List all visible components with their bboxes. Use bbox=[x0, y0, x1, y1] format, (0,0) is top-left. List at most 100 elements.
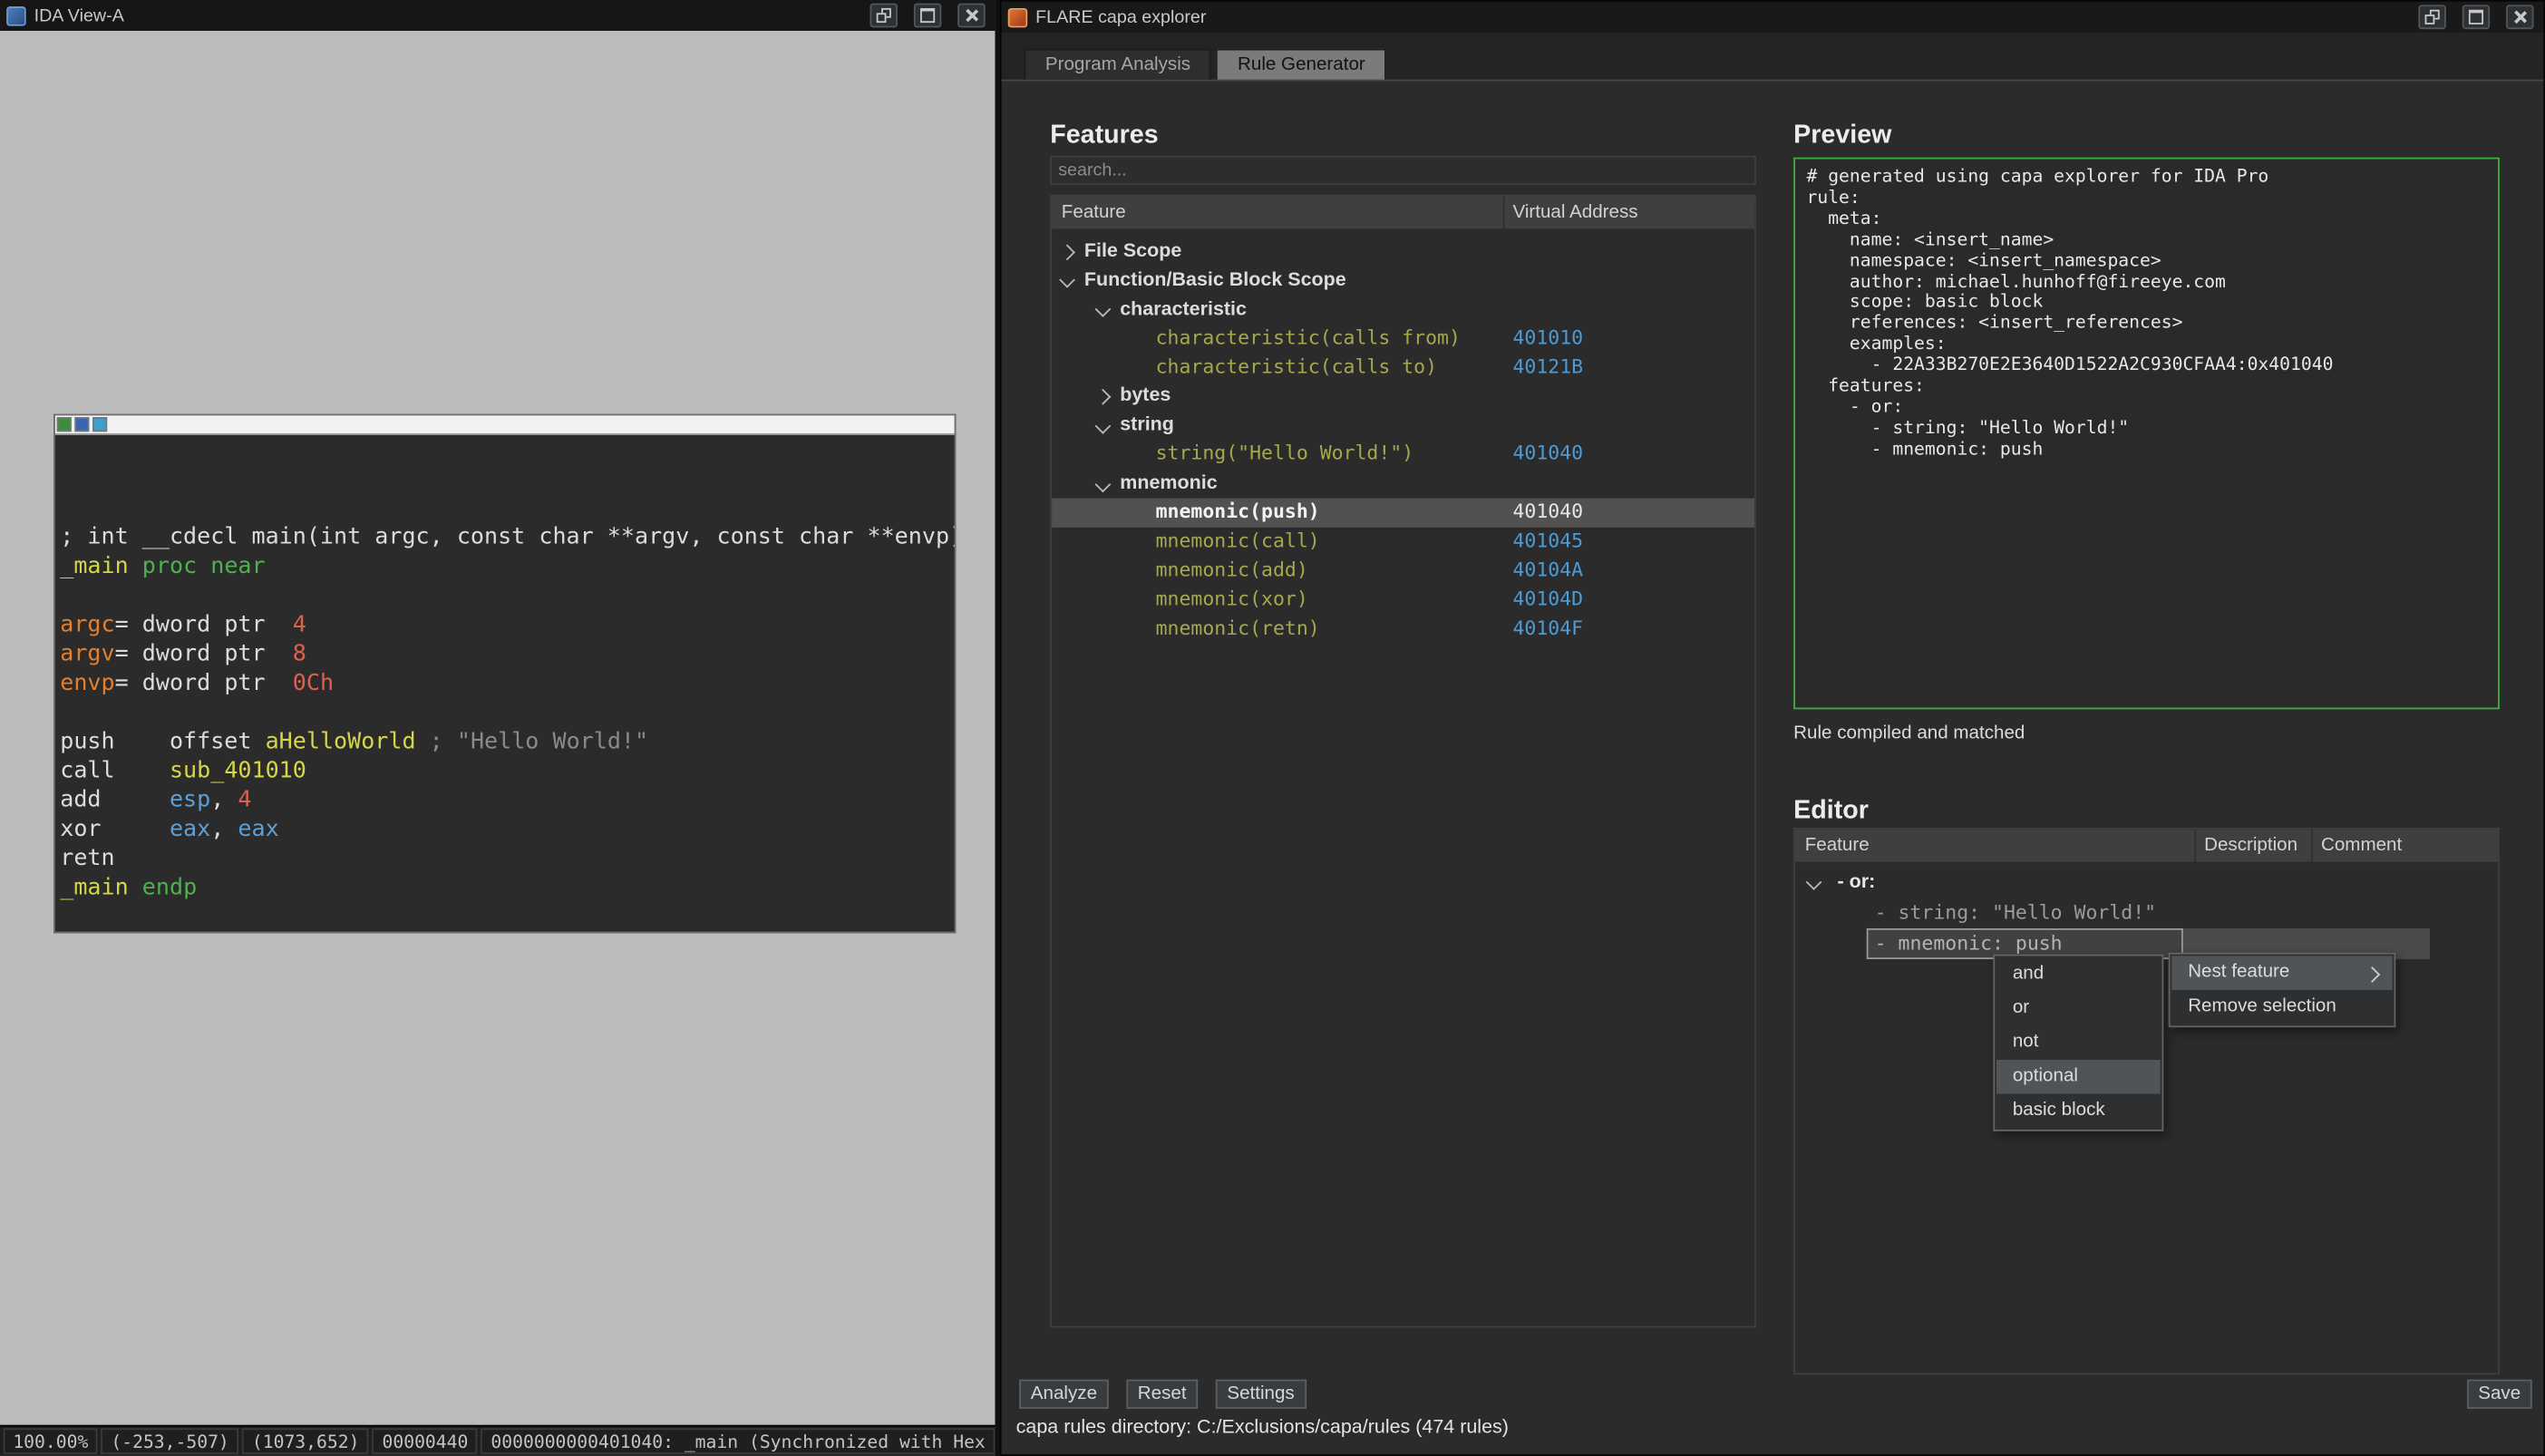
editor-label: - string: "Hello World!" bbox=[1875, 898, 2156, 928]
disassembly-line[interactable]: ; int __cdecl main(int argc, const char … bbox=[60, 522, 954, 551]
disassembly-line[interactable] bbox=[60, 698, 954, 727]
code-token: 0Ch bbox=[293, 670, 334, 696]
preview-box[interactable]: # generated using capa explorer for IDA … bbox=[1793, 158, 2500, 710]
capa-titlebar[interactable]: FLARE capa explorer bbox=[1002, 2, 2544, 33]
editor-row-string-hello-world[interactable]: - string: "Hello World!" bbox=[1795, 898, 2498, 928]
maximize-button[interactable] bbox=[914, 4, 941, 28]
virtual-address: 40121B bbox=[1512, 353, 1583, 382]
submenu-item-basic-block[interactable]: basic block bbox=[1996, 1094, 2161, 1129]
feature-row-string[interactable]: string bbox=[1052, 412, 1754, 441]
features-tree: Feature Virtual Address File ScopeFuncti… bbox=[1050, 195, 1756, 1328]
code-token: _main bbox=[60, 553, 128, 579]
disassembly-line[interactable]: call sub_401010 bbox=[60, 756, 954, 785]
tab-rule-generator[interactable]: Rule Generator bbox=[1217, 49, 1386, 80]
features-tree-body: File ScopeFunction/Basic Block Scopechar… bbox=[1052, 228, 1754, 1325]
capa-window-controls bbox=[2418, 5, 2537, 29]
disassembly-titlebar[interactable] bbox=[55, 415, 955, 434]
column-header-feature[interactable]: Feature bbox=[1062, 197, 1126, 229]
chevron-down-icon[interactable] bbox=[1095, 418, 1112, 434]
code-token: = dword ptr bbox=[115, 670, 293, 696]
chevron-right-icon[interactable] bbox=[1059, 244, 1075, 260]
column-header-comment[interactable]: Comment bbox=[2311, 830, 2402, 862]
feature-row-bytes[interactable]: bytes bbox=[1052, 383, 1754, 412]
disassembly-line[interactable]: push offset aHelloWorld ; "Hello World!" bbox=[60, 727, 954, 756]
feature-row-characteristic-calls-to[interactable]: characteristic(calls to)40121B bbox=[1052, 353, 1754, 382]
disassembly-line[interactable]: argv= dword ptr 8 bbox=[60, 639, 954, 668]
reset-button[interactable]: Reset bbox=[1126, 1380, 1198, 1409]
disassembly-line[interactable]: _main endp bbox=[60, 873, 954, 902]
editor-row-or[interactable]: - or: bbox=[1795, 867, 2498, 898]
code-token: argc bbox=[60, 612, 114, 638]
disassembly-line[interactable]: add esp, 4 bbox=[60, 785, 954, 814]
search-input[interactable] bbox=[1050, 156, 1756, 185]
code-token: add bbox=[60, 787, 170, 813]
ida-statusbar: 100.00%(-253,-507)(1073,652)000004400000… bbox=[0, 1425, 995, 1456]
disassembly-line[interactable]: xor eax, eax bbox=[60, 815, 954, 844]
code-token: eax bbox=[238, 816, 278, 842]
window-icon bbox=[92, 417, 107, 432]
submenu-item-and[interactable]: and bbox=[1996, 957, 2161, 992]
chevron-down-icon[interactable] bbox=[1095, 302, 1112, 318]
features-heading: Features bbox=[1050, 121, 1158, 150]
chevron-right-icon[interactable] bbox=[1095, 389, 1112, 405]
tab-program-analysis[interactable]: Program Analysis bbox=[1025, 49, 1212, 80]
feature-row-mnemonic-push[interactable]: mnemonic(push)401040 bbox=[1052, 499, 1754, 528]
submenu-item-or[interactable]: or bbox=[1996, 992, 2161, 1026]
settings-button[interactable]: Settings bbox=[1216, 1380, 1306, 1409]
save-button[interactable]: Save bbox=[2467, 1380, 2532, 1409]
code-token: aHelloWorld bbox=[266, 729, 416, 755]
virtual-address: 401045 bbox=[1512, 528, 1583, 557]
feature-label: string("Hello World!") bbox=[1156, 441, 1414, 470]
capa-window-title: FLARE capa explorer bbox=[1035, 7, 1206, 26]
ida-titlebar[interactable]: IDA View-A bbox=[0, 0, 995, 31]
feature-row-mnemonic[interactable]: mnemonic bbox=[1052, 470, 1754, 499]
code-token: push offset bbox=[60, 729, 265, 755]
code-token bbox=[129, 553, 142, 579]
code-token: sub_401010 bbox=[170, 758, 306, 784]
chevron-down-icon[interactable] bbox=[1059, 273, 1075, 289]
restore-button[interactable] bbox=[2418, 5, 2445, 29]
feature-row-function-basic-block-scope[interactable]: Function/Basic Block Scope bbox=[1052, 266, 1754, 295]
column-header-virtual-address[interactable]: Virtual Address bbox=[1503, 197, 1638, 229]
status-segment: 0000000000401040: _main (Synchronized wi… bbox=[481, 1428, 996, 1454]
disassembly-line[interactable] bbox=[60, 581, 954, 610]
status-segment: 100.00% bbox=[4, 1428, 98, 1454]
feature-row-mnemonic-xor[interactable]: mnemonic(xor)40104D bbox=[1052, 586, 1754, 615]
context-menu-item-remove-selection[interactable]: Remove selection bbox=[2171, 990, 2392, 1024]
restore-button[interactable] bbox=[870, 4, 898, 28]
virtual-address: 401010 bbox=[1512, 324, 1583, 353]
chevron-down-icon[interactable] bbox=[1806, 874, 1822, 890]
code-token: = dword ptr bbox=[115, 641, 293, 667]
feature-row-mnemonic-retn[interactable]: mnemonic(retn)40104F bbox=[1052, 615, 1754, 644]
capa-app-icon bbox=[1008, 7, 1027, 26]
chevron-down-icon[interactable] bbox=[1095, 476, 1112, 492]
feature-row-string-hello-world[interactable]: string("Hello World!")401040 bbox=[1052, 441, 1754, 470]
feature-row-file-scope[interactable]: File Scope bbox=[1052, 237, 1754, 266]
submenu-item-optional[interactable]: optional bbox=[1996, 1060, 2161, 1094]
analyze-button[interactable]: Analyze bbox=[1019, 1380, 1108, 1409]
feature-row-characteristic[interactable]: characteristic bbox=[1052, 295, 1754, 324]
context-menu-item-nest-feature[interactable]: Nest feature bbox=[2171, 956, 2392, 990]
disassembly-window[interactable]: ; int __cdecl main(int argc, const char … bbox=[53, 414, 956, 934]
feature-label: mnemonic(call) bbox=[1156, 528, 1320, 557]
disassembly-line[interactable]: argc= dword ptr 4 bbox=[60, 610, 954, 639]
disassembly-line[interactable]: retn bbox=[60, 844, 954, 873]
disassembly-line[interactable]: envp= dword ptr 0Ch bbox=[60, 669, 954, 698]
feature-label: mnemonic(xor) bbox=[1156, 586, 1308, 615]
maximize-button[interactable] bbox=[2462, 5, 2490, 29]
feature-row-characteristic-calls-from[interactable]: characteristic(calls from)401010 bbox=[1052, 324, 1754, 353]
submenu-item-not[interactable]: not bbox=[1996, 1025, 2161, 1060]
close-button[interactable] bbox=[2506, 5, 2533, 29]
tab-bar: Program AnalysisRule Generator bbox=[1025, 49, 1386, 80]
feature-row-mnemonic-add[interactable]: mnemonic(add)40104A bbox=[1052, 557, 1754, 586]
feature-group-label: Function/Basic Block Scope bbox=[1084, 266, 1346, 295]
disassembly-line[interactable]: _main proc near bbox=[60, 552, 954, 581]
column-header-description[interactable]: Description bbox=[2194, 830, 2297, 862]
column-header-feature[interactable]: Feature bbox=[1805, 830, 1870, 862]
ida-window: IDA View-A ; int __cdecl main(int argc, … bbox=[0, 0, 995, 1456]
action-buttons: Analyze Reset Settings bbox=[1019, 1380, 1306, 1409]
preview-line: scope: basic block bbox=[1806, 293, 2486, 314]
close-button[interactable] bbox=[957, 4, 985, 28]
feature-row-mnemonic-call[interactable]: mnemonic(call) 401045 bbox=[1052, 528, 1754, 557]
preview-line: examples: bbox=[1806, 335, 2486, 355]
